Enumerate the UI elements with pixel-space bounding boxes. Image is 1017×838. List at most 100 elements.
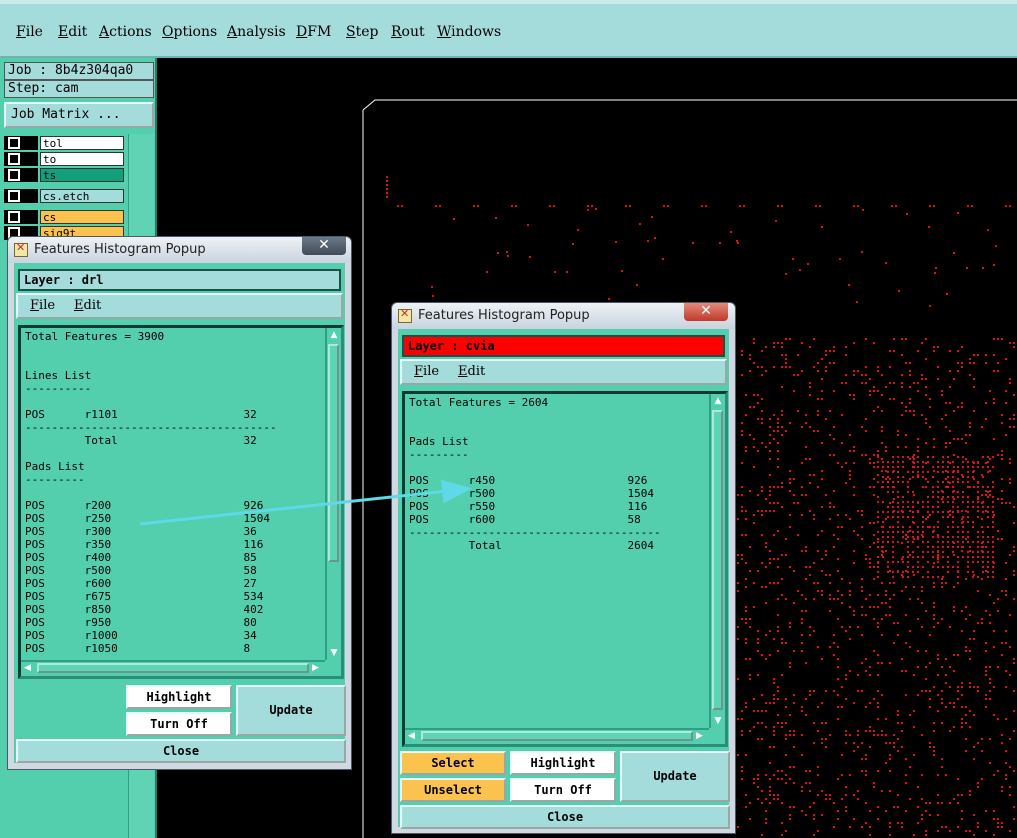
via-dot bbox=[745, 618, 747, 620]
layer-checkbox[interactable] bbox=[8, 153, 20, 165]
via-dot bbox=[887, 466, 889, 468]
via-dot bbox=[777, 502, 779, 504]
layer-checkbox[interactable] bbox=[8, 190, 20, 202]
via-dot bbox=[829, 610, 831, 612]
via-dot bbox=[942, 461, 944, 463]
via-dot bbox=[932, 536, 934, 538]
via-dot bbox=[942, 471, 944, 473]
layer-checkbox[interactable] bbox=[8, 211, 20, 223]
via-dot bbox=[887, 486, 889, 488]
menu-step[interactable]: Step bbox=[346, 24, 378, 40]
via-dot bbox=[927, 501, 929, 503]
via-dot bbox=[993, 646, 995, 648]
vertical-scrollbar[interactable]: ▲ ▼ bbox=[709, 394, 725, 728]
via-dot bbox=[942, 536, 944, 538]
via-dot bbox=[845, 678, 847, 680]
update-button[interactable]: Update bbox=[620, 751, 730, 802]
menu-analysis[interactable]: Analysis bbox=[227, 24, 286, 40]
via-dot bbox=[1013, 394, 1015, 396]
layer-row[interactable]: cs.etch bbox=[4, 189, 126, 203]
popup-menu-file[interactable]: File bbox=[414, 364, 439, 379]
window-close-button[interactable]: ✕ bbox=[302, 237, 346, 255]
close-button[interactable]: Close bbox=[16, 739, 346, 763]
via-dot bbox=[629, 205, 631, 207]
window-close-button[interactable]: ✕ bbox=[684, 303, 728, 321]
via-dot bbox=[961, 610, 963, 612]
via-dot bbox=[937, 658, 939, 660]
via-dot bbox=[933, 438, 935, 440]
popup-body: Layer : cvia File Edit Total Features = … bbox=[398, 329, 730, 829]
vertical-scrollbar[interactable]: ▲ ▼ bbox=[325, 328, 341, 660]
via-dot bbox=[761, 374, 763, 376]
via-dot bbox=[905, 758, 907, 760]
via-dot bbox=[873, 606, 875, 608]
popup-menu-file[interactable]: File bbox=[30, 298, 55, 313]
via-dot bbox=[757, 798, 759, 800]
via-dot bbox=[929, 746, 931, 748]
menu-edit[interactable]: Edit bbox=[58, 24, 87, 40]
layer-row[interactable]: cs bbox=[4, 210, 126, 224]
menu-windows[interactable]: Windows bbox=[437, 24, 501, 40]
via-dot bbox=[435, 205, 437, 207]
histogram-list[interactable]: Total Features = 2604 Pads List ---------… bbox=[402, 391, 728, 747]
via-dot bbox=[929, 802, 931, 804]
via-dot bbox=[765, 546, 767, 548]
via-dot bbox=[777, 450, 779, 452]
via-dot bbox=[945, 774, 947, 776]
via-dot bbox=[1001, 502, 1003, 504]
menu-actions[interactable]: Actions bbox=[99, 24, 152, 40]
via-dot bbox=[785, 358, 787, 360]
via-dot bbox=[829, 646, 831, 648]
via-dot bbox=[797, 590, 799, 592]
popup-titlebar[interactable]: Features Histogram Popup ✕ bbox=[8, 237, 351, 263]
popup-menu-edit[interactable]: Edit bbox=[74, 298, 101, 313]
via-dot bbox=[853, 450, 855, 452]
via-dot bbox=[861, 578, 863, 580]
via-dot bbox=[765, 446, 767, 448]
job-matrix-button[interactable]: Job Matrix ... bbox=[4, 102, 154, 128]
via-dot bbox=[1005, 750, 1007, 752]
layer-row[interactable]: ts bbox=[4, 168, 126, 182]
menu-rout[interactable]: Rout bbox=[391, 24, 425, 40]
via-dot bbox=[817, 362, 819, 364]
histogram-list[interactable]: Total Features = 3900 Lines List --------… bbox=[18, 325, 344, 679]
via-dot bbox=[793, 702, 795, 704]
via-dot bbox=[952, 471, 954, 473]
via-dot bbox=[953, 466, 955, 468]
via-dot bbox=[773, 414, 775, 416]
popup-menu-edit[interactable]: Edit bbox=[458, 364, 485, 379]
menu-dfm[interactable]: DFM bbox=[296, 24, 331, 40]
via-dot bbox=[813, 818, 815, 820]
via-dot bbox=[937, 556, 939, 558]
via-dot bbox=[889, 350, 891, 352]
via-dot bbox=[785, 538, 787, 540]
select-button[interactable]: Select bbox=[400, 751, 506, 775]
update-button[interactable]: Update bbox=[236, 685, 346, 736]
close-button[interactable]: Close bbox=[400, 805, 730, 829]
via-dot bbox=[773, 702, 775, 704]
highlight-button[interactable]: Highlight bbox=[510, 751, 616, 775]
via-dot bbox=[912, 556, 914, 558]
via-dot bbox=[873, 730, 875, 732]
layer-checkbox[interactable] bbox=[8, 169, 20, 181]
menu-options[interactable]: Options bbox=[162, 24, 217, 40]
via-dot bbox=[933, 470, 935, 472]
turn-off-button[interactable]: Turn Off bbox=[510, 778, 616, 802]
via-dot bbox=[845, 698, 847, 700]
layer-checkbox[interactable] bbox=[8, 137, 20, 149]
via-dot bbox=[877, 370, 879, 372]
horizontal-scrollbar[interactable]: ◀ ▶ bbox=[21, 660, 325, 676]
unselect-button[interactable]: Unselect bbox=[400, 778, 506, 802]
via-dot bbox=[987, 516, 989, 518]
menu-file[interactable]: File bbox=[16, 24, 43, 40]
horizontal-scrollbar[interactable]: ◀ ▶ bbox=[405, 728, 709, 744]
turn-off-button[interactable]: Turn Off bbox=[126, 712, 232, 736]
layer-row[interactable]: to bbox=[4, 152, 126, 166]
via-dot bbox=[967, 551, 969, 553]
via-dot bbox=[757, 774, 759, 776]
popup-titlebar[interactable]: Features Histogram Popup ✕ bbox=[392, 303, 735, 329]
via-dot bbox=[769, 426, 771, 428]
layer-row[interactable]: tol bbox=[4, 136, 126, 150]
highlight-button[interactable]: Highlight bbox=[126, 685, 232, 709]
via-dot bbox=[877, 516, 879, 518]
